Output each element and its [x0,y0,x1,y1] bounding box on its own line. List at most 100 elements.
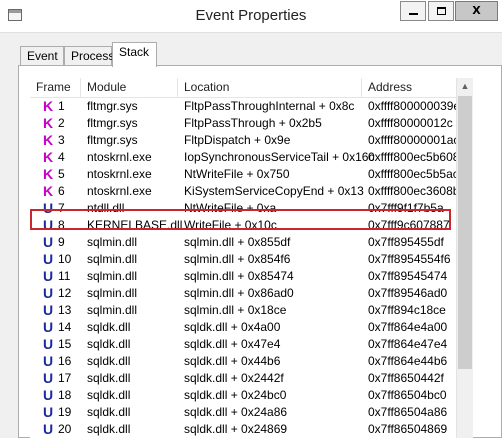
close-icon: X [472,4,481,17]
frame-kind-icon: U [43,336,54,352]
frame-kind-icon: U [43,319,54,335]
module-name: sqldk.dll [87,388,131,402]
frame-number: 7 [58,201,65,215]
frame-number: 18 [58,388,72,402]
stack-frame-row[interactable]: U 15 sqldk.dll sqldk.dll + 0x47e4 0x7ff864e4… [30,336,456,353]
module-name: sqlmin.dll [87,235,138,249]
frame-kind-icon: K [43,183,54,199]
frame-number: 9 [58,235,65,249]
stack-frame-row[interactable]: U 11 sqlmin.dll sqlmin.dll + 0x85474 0x7ff89… [30,268,456,285]
frame-number: 5 [58,167,65,181]
frame-kind-icon: U [43,387,54,403]
module-name: sqldk.dll [87,337,131,351]
frame-kind-icon: U [43,370,54,386]
stack-frame-row[interactable]: U 17 sqldk.dll sqldk.dll + 0x2442f 0x7ff8650… [30,370,456,387]
frame-number: 8 [58,218,65,232]
stack-frame-row[interactable]: U 10 sqlmin.dll sqlmin.dll + 0x854f6 0x7ff89… [30,251,456,268]
location-text: IopSynchronousServiceTail + 0x16c [184,150,375,164]
address-text: 0xffff800ec5b5ac [368,167,456,181]
frame-number: 15 [58,337,72,351]
location-text: sqldk.dll + 0x4a00 [184,320,281,334]
frame-number: 6 [58,184,65,198]
address-text: 0x7ff895455df [368,235,444,249]
module-name: sqldk.dll [87,422,131,436]
location-text: sqlmin.dll + 0x854f6 [184,252,291,266]
column-header-module[interactable]: Module [81,78,178,97]
stack-frame-row[interactable]: U 9 sqlmin.dll sqlmin.dll + 0x855df 0x7ff895… [30,234,456,251]
module-name: sqldk.dll [87,371,131,385]
stack-frame-row[interactable]: U 16 sqldk.dll sqldk.dll + 0x44b6 0x7ff864e4… [30,353,456,370]
module-name: sqldk.dll [87,405,131,419]
stack-frame-row[interactable]: U 18 sqldk.dll sqldk.dll + 0x24bc0 0x7ff8650… [30,387,456,404]
stack-frame-row[interactable]: U 19 sqldk.dll sqldk.dll + 0x24a86 0x7ff8650… [30,404,456,421]
event-properties-window: Event Properties X Event Process Stack F… [0,0,502,438]
stack-frame-row[interactable]: U 14 sqldk.dll sqldk.dll + 0x4a00 0x7ff864e4… [30,319,456,336]
title-bar[interactable]: Event Properties X [0,0,502,33]
frame-number: 1 [58,99,65,113]
location-text: NtWriteFile + 0xa [184,201,277,215]
tab-stack[interactable]: Stack [112,42,157,67]
tab-event[interactable]: Event [20,46,64,66]
location-text: WriteFile + 0x10c [184,218,277,232]
stack-frame-row[interactable]: U 7 ntdll.dll NtWriteFile + 0xa 0x7fff9f1f7b… [30,200,456,217]
location-text: NtWriteFile + 0x750 [184,167,290,181]
stack-rows: K 1 fltmgr.sys FltpPassThroughInternal + 0x… [30,98,456,438]
module-name: ntoskrnl.exe [87,150,152,164]
frame-kind-icon: U [43,217,54,233]
stack-frame-row[interactable]: U 13 sqlmin.dll sqlmin.dll + 0x18ce 0x7ff894… [30,302,456,319]
tab-process[interactable]: Process [64,46,114,66]
frame-kind-icon: K [43,149,54,165]
frame-kind-icon: U [43,251,54,267]
stack-frame-row[interactable]: K 1 fltmgr.sys FltpPassThroughInternal + 0x… [30,98,456,115]
minimize-button[interactable] [400,1,426,21]
module-name: KERNELBASE.dll [87,218,183,232]
address-text: 0x7ff8650442f [368,371,444,385]
close-button[interactable]: X [455,1,498,21]
module-name: fltmgr.sys [87,116,138,130]
frame-number: 20 [58,422,72,436]
frame-kind-icon: U [43,302,54,318]
maximize-icon [437,7,446,15]
location-text: sqldk.dll + 0x2442f [184,371,284,385]
scroll-thumb[interactable] [458,96,472,369]
column-header-frame[interactable]: Frame [30,78,81,97]
module-name: sqlmin.dll [87,269,138,283]
address-text: 0x7fff9c607887 [368,218,450,232]
stack-frame-row[interactable]: U 8 KERNELBASE.dll WriteFile + 0x10c 0x7fff9… [30,217,456,234]
module-name: ntdll.dll [87,201,125,215]
stack-frame-row[interactable]: U 20 sqldk.dll sqldk.dll + 0x24869 0x7ff8650… [30,421,456,438]
frame-kind-icon: U [43,353,54,369]
frame-kind-icon: K [43,115,54,131]
address-text: 0x7ff864e47e4 [368,337,448,351]
frame-kind-icon: U [43,285,54,301]
maximize-button[interactable] [428,1,454,21]
frame-number: 16 [58,354,72,368]
stack-list[interactable]: Frame Module Location Address K 1 fltmgr.s… [30,78,456,438]
address-text: 0xffff800ec3608b [368,184,456,198]
stack-frame-row[interactable]: K 5 ntoskrnl.exe NtWriteFile + 0x750 0xffff8… [30,166,456,183]
vertical-scrollbar[interactable]: ▲ [456,78,473,438]
frame-kind-icon: U [43,200,54,216]
scroll-up-arrow-icon[interactable]: ▲ [457,78,473,95]
location-text: sqldk.dll + 0x47e4 [184,337,281,351]
module-name: fltmgr.sys [87,99,138,113]
location-text: FltpPassThroughInternal + 0x8c [184,99,355,113]
location-text: sqldk.dll + 0x24869 [184,422,288,436]
stack-frame-row[interactable]: K 4 ntoskrnl.exe IopSynchronousServiceTail … [30,149,456,166]
location-text: sqlmin.dll + 0x18ce [184,303,287,317]
stack-frame-row[interactable]: K 3 fltmgr.sys FltpDispatch + 0x9e 0xffff800… [30,132,456,149]
column-header-location[interactable]: Location [178,78,362,97]
stack-frame-row[interactable]: U 12 sqlmin.dll sqlmin.dll + 0x86ad0 0x7ff89… [30,285,456,302]
location-text: KiSystemServiceCopyEnd + 0x13 [184,184,364,198]
frame-number: 4 [58,150,65,164]
column-header-address[interactable]: Address [362,78,456,97]
stack-frame-row[interactable]: K 6 ntoskrnl.exe KiSystemServiceCopyEnd + 0… [30,183,456,200]
address-text: 0x7ff864e4a00 [368,320,448,334]
stack-frame-row[interactable]: K 2 fltmgr.sys FltpPassThrough + 0x2b5 0xfff… [30,115,456,132]
address-text: 0x7ff89545474 [368,269,448,283]
module-name: sqlmin.dll [87,286,138,300]
frame-kind-icon: K [43,132,54,148]
address-text: 0x7ff86504a86 [368,405,448,419]
location-text: sqldk.dll + 0x24bc0 [184,388,287,402]
frame-number: 19 [58,405,72,419]
